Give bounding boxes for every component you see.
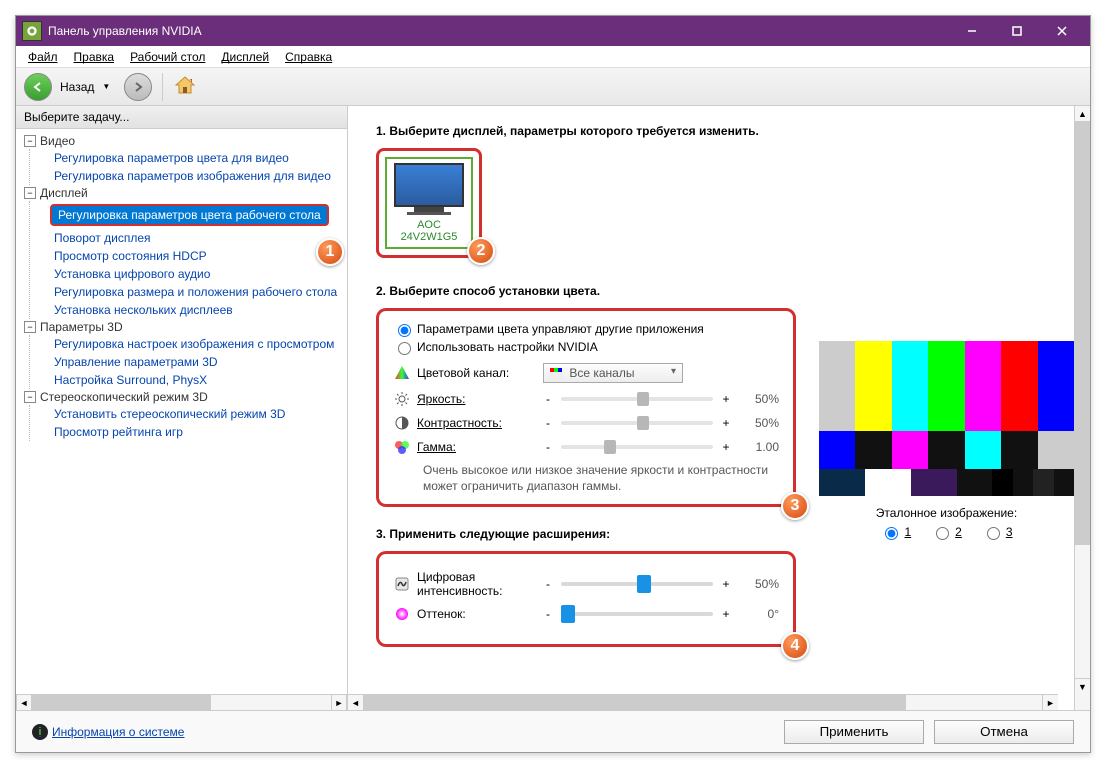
menu-desktop[interactable]: Рабочий стол	[122, 48, 213, 66]
reference-radio-1[interactable]: 1	[880, 524, 911, 540]
radio-nvidia-settings[interactable]	[398, 342, 411, 355]
tree-item-video-color[interactable]: Регулировка параметров цвета для видео	[50, 150, 293, 166]
tree-item-rotate-display[interactable]: Поворот дисплея	[50, 230, 155, 246]
digital-vibrance-icon	[393, 576, 411, 592]
section-1-heading: 1. Выберите дисплей, параметры которого …	[376, 124, 1058, 138]
tree-category-display: Дисплей	[40, 186, 88, 200]
reference-image-label: Эталонное изображение:	[819, 506, 1074, 520]
reference-radio-3[interactable]: 3	[982, 524, 1013, 540]
gamma-value: 1.00	[737, 440, 779, 454]
tree-item-multi-display[interactable]: Установка нескольких дисплеев	[50, 302, 237, 318]
digital-vibrance-label: Цифровая интенсивность:	[417, 570, 537, 598]
menu-edit[interactable]: Правка	[66, 48, 123, 66]
menu-file[interactable]: Файл	[20, 48, 66, 66]
menubar: Файл Правка Рабочий стол Дисплей Справка	[16, 46, 1090, 68]
gamma-label: Гамма:	[417, 440, 537, 454]
tree-category-stereo: Стереоскопический режим 3D	[40, 390, 208, 404]
tree-toggle-video[interactable]: −	[24, 135, 36, 147]
annotation-badge-4: 4	[781, 632, 809, 660]
hue-icon	[393, 606, 411, 622]
nvidia-icon	[22, 21, 42, 41]
contrast-value: 50%	[737, 416, 779, 430]
sidebar-hscrollbar[interactable]: ◄ ►	[16, 694, 347, 710]
hue-value: 0°	[737, 607, 779, 621]
tree-toggle-display[interactable]: −	[24, 187, 36, 199]
system-info-link[interactable]: i Информация о системе	[32, 724, 184, 740]
tree-item-manage-3d[interactable]: Управление параметрами 3D	[50, 354, 222, 370]
reference-image-panel: Эталонное изображение: 1 2 3	[819, 341, 1074, 540]
annotation-badge-2: 2	[467, 237, 495, 265]
menu-display[interactable]: Дисплей	[213, 48, 277, 66]
digital-vibrance-value: 50%	[737, 577, 779, 591]
color-channel-combo[interactable]: Все каналы	[543, 363, 683, 383]
tree-item-size-position[interactable]: Регулировка размера и положения рабочего…	[50, 284, 341, 300]
monitor-tile[interactable]: AOC 24V2W1G5	[385, 157, 473, 249]
monitor-name: AOC 24V2W1G5	[391, 219, 467, 243]
sidebar-header: Выберите задачу...	[16, 106, 347, 129]
close-button[interactable]	[1039, 16, 1084, 46]
sidebar: Выберите задачу... − Видео Регулировка п…	[16, 106, 348, 710]
main-vscrollbar[interactable]: ▲ ▼	[1074, 106, 1090, 710]
main-panel: 1. Выберите дисплей, параметры которого …	[348, 106, 1090, 710]
radio-other-apps-label: Параметрами цвета управляют другие прило…	[417, 322, 704, 336]
task-tree: − Видео Регулировка параметров цвета для…	[16, 129, 347, 694]
home-button[interactable]	[173, 73, 197, 100]
color-channel-icon	[393, 365, 411, 381]
tree-item-desktop-color[interactable]: Регулировка параметров цвета рабочего ст…	[50, 204, 329, 226]
gamma-icon	[393, 439, 411, 455]
tree-category-3d: Параметры 3D	[40, 320, 123, 334]
main-hscrollbar[interactable]: ◄►	[348, 694, 1058, 710]
nvidia-control-panel-window: Панель управления NVIDIA Файл Правка Раб…	[15, 15, 1091, 753]
hue-slider[interactable]	[561, 612, 713, 616]
digital-vibrance-slider[interactable]	[561, 582, 713, 586]
tree-item-digital-audio[interactable]: Установка цифрового аудио	[50, 266, 214, 282]
back-label: Назад	[60, 80, 94, 94]
forward-button[interactable]	[124, 73, 152, 101]
apply-button[interactable]: Применить	[784, 720, 924, 744]
toolbar: Назад ▼	[16, 68, 1090, 106]
annotation-badge-1: 1	[316, 238, 344, 266]
section-2-heading: 2. Выберите способ установки цвета.	[376, 284, 1058, 298]
tree-toggle-3d[interactable]: −	[24, 321, 36, 333]
extensions-group: Цифровая интенсивность: - + 50% Оттенок:	[376, 551, 796, 647]
display-selection-box: AOC 24V2W1G5 2	[376, 148, 482, 258]
brightness-icon	[393, 391, 411, 407]
color-settings-group: Параметрами цвета управляют другие прило…	[376, 308, 796, 507]
tree-item-video-image[interactable]: Регулировка параметров изображения для в…	[50, 168, 335, 184]
tree-item-surround-physx[interactable]: Настройка Surround, PhysX	[50, 372, 211, 388]
tree-item-game-rating[interactable]: Просмотр рейтинга игр	[50, 424, 187, 440]
back-button[interactable]	[24, 73, 52, 101]
cancel-button[interactable]: Отмена	[934, 720, 1074, 744]
footer: i Информация о системе Применить Отмена	[16, 710, 1090, 752]
brightness-value: 50%	[737, 392, 779, 406]
tree-item-3d-image-preview[interactable]: Регулировка настроек изображения с просм…	[50, 336, 338, 352]
maximize-button[interactable]	[994, 16, 1039, 46]
monitor-icon	[394, 163, 464, 207]
radio-nvidia-settings-label: Использовать настройки NVIDIA	[417, 340, 598, 354]
tree-item-setup-stereo[interactable]: Установить стереоскопический режим 3D	[50, 406, 289, 422]
window-title: Панель управления NVIDIA	[48, 24, 949, 38]
gamma-slider[interactable]	[561, 445, 713, 449]
tree-item-hdcp[interactable]: Просмотр состояния HDCP	[50, 248, 211, 264]
color-channel-label: Цветовой канал:	[417, 366, 537, 380]
contrast-slider[interactable]	[561, 421, 713, 425]
gamma-note: Очень высокое или низкое значение яркост…	[423, 463, 779, 494]
tree-toggle-stereo[interactable]: −	[24, 391, 36, 403]
brightness-label: Яркость:	[417, 392, 537, 406]
colorbars-image	[819, 341, 1074, 496]
titlebar: Панель управления NVIDIA	[16, 16, 1090, 46]
info-icon: i	[32, 724, 48, 740]
back-dropdown[interactable]: ▼	[102, 82, 110, 91]
brightness-slider[interactable]	[561, 397, 713, 401]
hue-label: Оттенок:	[417, 607, 537, 621]
reference-radio-2[interactable]: 2	[931, 524, 962, 540]
contrast-icon	[393, 415, 411, 431]
radio-other-apps[interactable]	[398, 324, 411, 337]
contrast-label: Контрастность:	[417, 416, 537, 430]
minimize-button[interactable]	[949, 16, 994, 46]
menu-help[interactable]: Справка	[277, 48, 340, 66]
tree-category-video: Видео	[40, 134, 75, 148]
annotation-badge-3: 3	[781, 492, 809, 520]
